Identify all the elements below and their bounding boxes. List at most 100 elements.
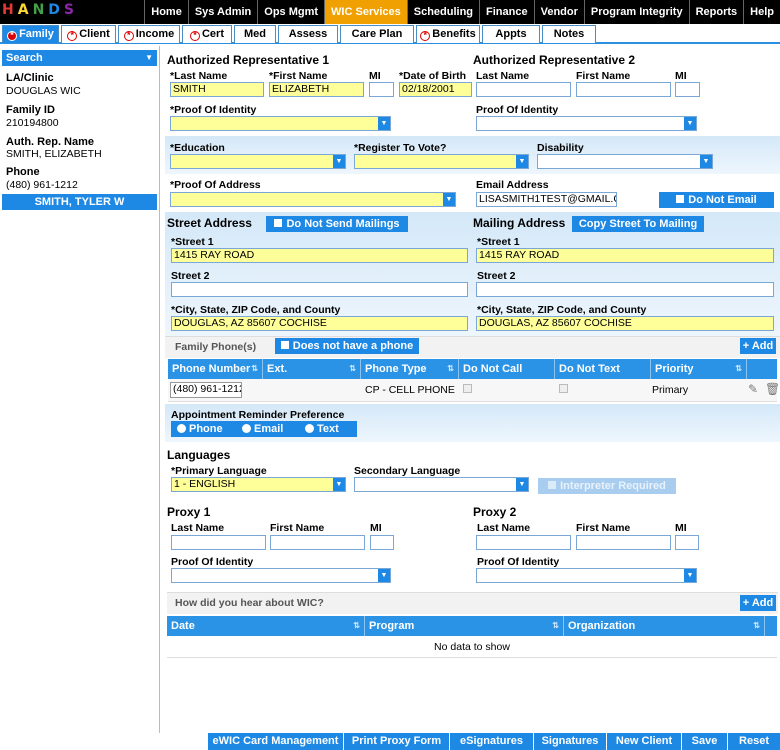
rep2-last-name-input[interactable] xyxy=(476,82,571,97)
nav-program-integrity[interactable]: Program Integrity xyxy=(583,0,689,24)
tab-cert[interactable]: * Cert xyxy=(182,25,232,43)
tab-benefits[interactable]: * Benefits xyxy=(416,25,480,43)
edit-icon[interactable]: ✎ xyxy=(748,382,758,396)
reminder-email-radio[interactable]: Email xyxy=(242,423,283,435)
col-organization[interactable]: Organization ⇅ xyxy=(564,616,765,636)
empty-table-message: No data to show xyxy=(167,636,777,658)
proxy2-last-label: Last Name xyxy=(477,522,531,534)
add-phone-button[interactable]: + Add xyxy=(740,338,776,354)
proxy1-proof-label: Proof Of Identity xyxy=(171,556,254,568)
reset-button[interactable]: Reset xyxy=(727,733,780,750)
proxy1-first-input[interactable] xyxy=(270,535,365,550)
col-phone-number[interactable]: Phone Number ⇅ xyxy=(168,359,263,379)
col-do-not-text[interactable]: Do Not Text xyxy=(555,359,651,379)
rep1-first-name-input[interactable]: ELIZABETH xyxy=(269,82,364,97)
proxy2-first-input[interactable] xyxy=(576,535,671,550)
chevron-down-icon: ▼ xyxy=(516,478,528,491)
new-client-button[interactable]: New Client xyxy=(606,733,681,750)
rep1-proof-select[interactable]: ▼ xyxy=(170,116,391,131)
col-phone-type[interactable]: Phone Type ⇅ xyxy=(361,359,459,379)
no-phone-checkbox[interactable]: Does not have a phone xyxy=(275,338,419,354)
reminder-phone-radio[interactable]: Phone xyxy=(177,423,223,435)
col-ext[interactable]: Ext. ⇅ xyxy=(263,359,361,379)
tab-client[interactable]: * Client xyxy=(61,25,116,43)
save-button[interactable]: Save xyxy=(681,733,727,750)
search-dropdown[interactable]: Search ▼ xyxy=(2,50,157,66)
phone-number-input[interactable]: (480) 961-1212 xyxy=(170,382,242,398)
mailing-street1-input[interactable]: 1415 RAY ROAD xyxy=(476,248,774,263)
mailing-city-input[interactable]: DOUGLAS, AZ 85607 COCHISE xyxy=(476,316,774,331)
ewic-card-management-button[interactable]: eWIC Card Management xyxy=(207,733,343,750)
reminder-text-radio[interactable]: Text xyxy=(305,423,339,435)
col-do-not-call[interactable]: Do Not Call xyxy=(459,359,555,379)
esignatures-button[interactable]: eSignatures xyxy=(449,733,533,750)
col-date[interactable]: Date ⇅ xyxy=(167,616,365,636)
required-icon: * xyxy=(67,31,78,41)
register-vote-select[interactable]: ▼ xyxy=(354,154,529,169)
disability-select[interactable]: ▼ xyxy=(537,154,713,169)
nav-scheduling[interactable]: Scheduling xyxy=(406,0,479,24)
nav-reports[interactable]: Reports xyxy=(688,0,744,24)
tab-assess[interactable]: Assess xyxy=(278,25,338,43)
copy-street-to-mailing-button[interactable]: Copy Street To Mailing xyxy=(572,216,704,232)
do-not-text-checkbox[interactable] xyxy=(559,384,568,396)
primary-language-select[interactable]: 1 - ENGLISH ▼ xyxy=(171,477,346,492)
nav-home[interactable]: Home xyxy=(144,0,188,24)
email-input[interactable]: LISASMITH1TEST@GMAIL.C xyxy=(476,192,617,207)
sort-icon: ⇅ xyxy=(753,621,760,630)
proxy1-mi-input[interactable] xyxy=(370,535,394,550)
nav-ops-mgmt[interactable]: Ops Mgmt xyxy=(257,0,324,24)
tab-care-plan[interactable]: Care Plan xyxy=(340,25,414,43)
rep1-last-name-input[interactable]: SMITH xyxy=(170,82,264,97)
proxy2-last-input[interactable] xyxy=(476,535,571,550)
required-icon: * xyxy=(123,31,134,41)
proxy1-proof-select[interactable]: ▼ xyxy=(171,568,391,583)
rep1-mi-input[interactable] xyxy=(369,82,394,97)
la-clinic-value: DOUGLAS WIC xyxy=(6,85,81,97)
rep2-last-name-label: Last Name xyxy=(476,70,530,82)
required-icon: * xyxy=(420,31,431,41)
add-referral-button[interactable]: + Add xyxy=(740,595,776,611)
do-not-send-mailings-checkbox[interactable]: Do Not Send Mailings xyxy=(266,216,408,232)
rep2-first-name-input[interactable] xyxy=(576,82,671,97)
tab-family[interactable]: * Family xyxy=(2,25,59,43)
proxy1-last-input[interactable] xyxy=(171,535,266,550)
trash-icon[interactable]: 🗑 xyxy=(765,382,780,396)
rep1-title: Authorized Representative 1 xyxy=(167,53,330,67)
do-not-call-checkbox[interactable] xyxy=(463,384,472,396)
secondary-language-select[interactable]: ▼ xyxy=(354,477,529,492)
proxy1-first-label: First Name xyxy=(270,522,325,534)
nav-vendor[interactable]: Vendor xyxy=(533,0,584,24)
signatures-button[interactable]: Signatures xyxy=(533,733,606,750)
rep2-mi-input[interactable] xyxy=(675,82,700,97)
street2-input[interactable] xyxy=(171,282,468,297)
tab-med[interactable]: Med xyxy=(234,25,276,43)
sort-icon: ⇅ xyxy=(552,621,559,630)
mailing-street1-label: *Street 1 xyxy=(477,236,520,248)
nav-sys-admin[interactable]: Sys Admin xyxy=(187,0,257,24)
proxy2-proof-select[interactable]: ▼ xyxy=(476,568,697,583)
tab-appts[interactable]: Appts xyxy=(482,25,540,43)
nav-help[interactable]: Help xyxy=(743,0,780,24)
education-select[interactable]: ▼ xyxy=(170,154,346,169)
do-not-email-checkbox[interactable]: Do Not Email xyxy=(659,192,774,208)
chevron-down-icon: ▼ xyxy=(333,478,345,491)
family-member-button[interactable]: SMITH, TYLER W xyxy=(2,194,157,210)
tab-notes[interactable]: Notes xyxy=(542,25,596,43)
col-priority[interactable]: Priority ⇅ xyxy=(651,359,747,379)
phone-label: Phone xyxy=(6,166,40,178)
rep2-proof-select[interactable]: ▼ xyxy=(476,116,697,131)
tab-income[interactable]: * Income xyxy=(118,25,180,43)
table-row[interactable]: (480) 961-1212 CP - CELL PHONE Primary ✎… xyxy=(168,379,780,402)
print-proxy-form-button[interactable]: Print Proxy Form xyxy=(343,733,449,750)
street1-input[interactable]: 1415 RAY ROAD xyxy=(171,248,468,263)
mailing-street2-input[interactable] xyxy=(476,282,774,297)
interpreter-required-checkbox[interactable]: Interpreter Required xyxy=(538,478,676,494)
proof-address-select[interactable]: ▼ xyxy=(170,192,456,207)
proxy2-mi-input[interactable] xyxy=(675,535,699,550)
col-program[interactable]: Program ⇅ xyxy=(365,616,564,636)
nav-finance[interactable]: Finance xyxy=(479,0,534,24)
rep1-dob-input[interactable]: 02/18/2001 xyxy=(399,82,472,97)
nav-wic-services[interactable]: WIC Services xyxy=(324,0,407,24)
city-input[interactable]: DOUGLAS, AZ 85607 COCHISE xyxy=(171,316,468,331)
